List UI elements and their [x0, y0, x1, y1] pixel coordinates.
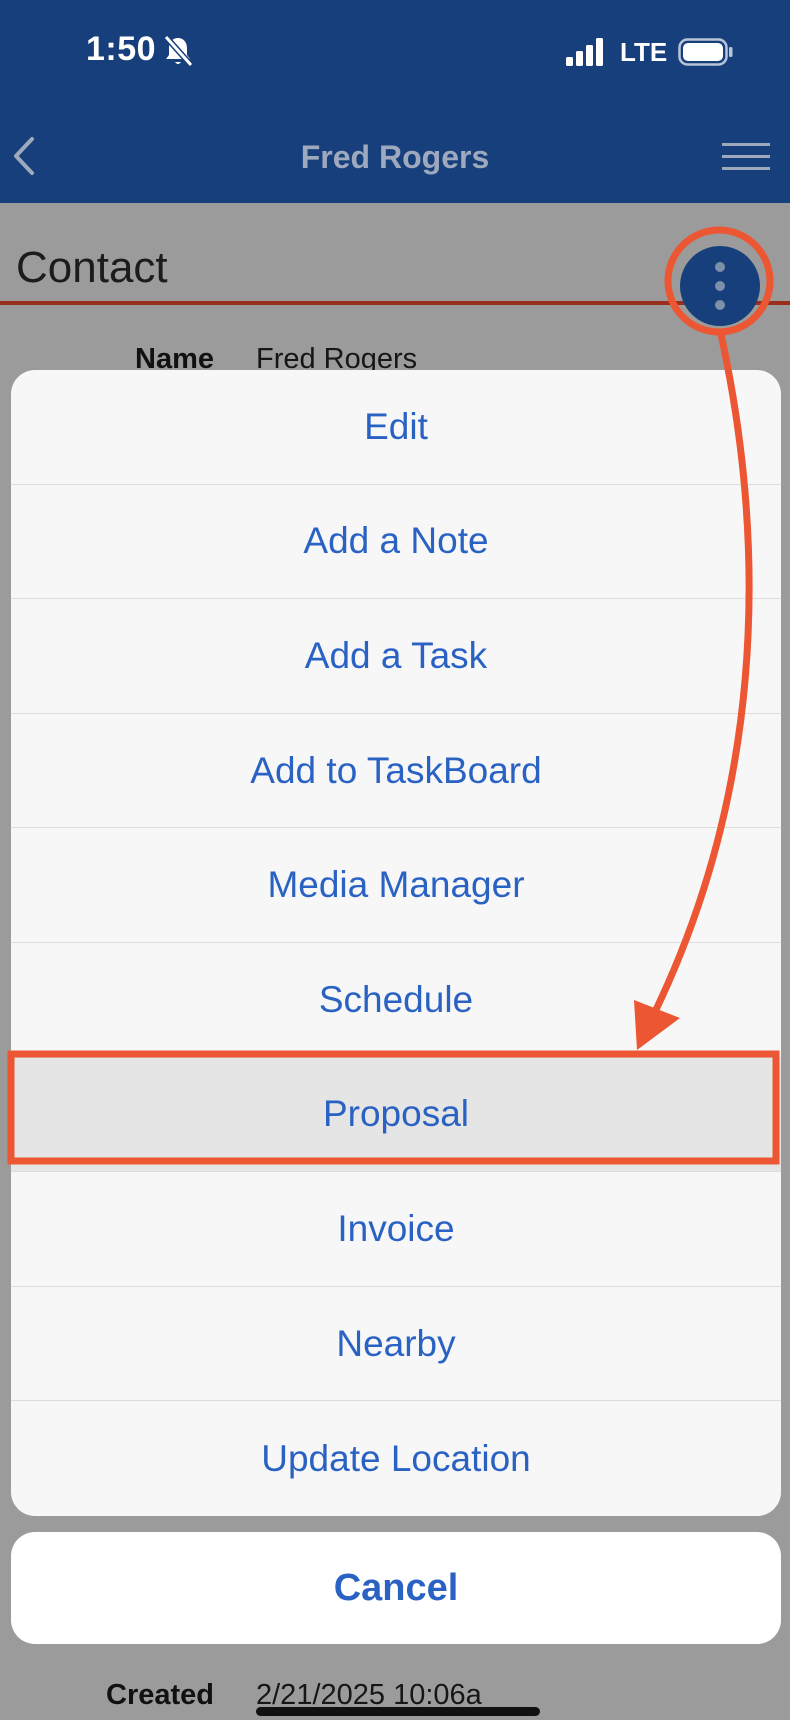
navigation-bar: Fred Rogers [0, 105, 790, 203]
section-title: Contact [16, 243, 168, 292]
signal-bars-icon [566, 38, 603, 66]
action-edit[interactable]: Edit [11, 370, 781, 485]
bell-muted-icon [163, 35, 194, 67]
more-options-button[interactable] [680, 246, 760, 326]
action-add-note[interactable]: Add a Note [11, 485, 781, 600]
nav-title: Fred Rogers [300, 139, 490, 175]
action-proposal[interactable]: Proposal [11, 1057, 781, 1173]
cancel-button[interactable]: Cancel [11, 1532, 781, 1644]
status-time: 1:50 [86, 30, 157, 68]
hamburger-menu-icon[interactable] [722, 143, 770, 171]
action-media-manager[interactable]: Media Manager [11, 828, 781, 943]
section-divider [0, 301, 790, 305]
action-add-task[interactable]: Add a Task [11, 599, 781, 714]
action-schedule[interactable]: Schedule [11, 943, 781, 1058]
action-sheet: Edit Add a Note Add a Task Add to TaskBo… [11, 370, 781, 1516]
action-nearby[interactable]: Nearby [11, 1287, 781, 1402]
action-update-location[interactable]: Update Location [11, 1401, 781, 1516]
status-bar: 1:50 LTE [0, 0, 790, 105]
network-type: LTE [620, 37, 668, 67]
action-add-to-taskboard[interactable]: Add to TaskBoard [11, 714, 781, 829]
created-label: Created [106, 1679, 214, 1711]
action-invoice[interactable]: Invoice [11, 1172, 781, 1287]
battery-icon [678, 38, 733, 66]
home-indicator [256, 1707, 540, 1716]
